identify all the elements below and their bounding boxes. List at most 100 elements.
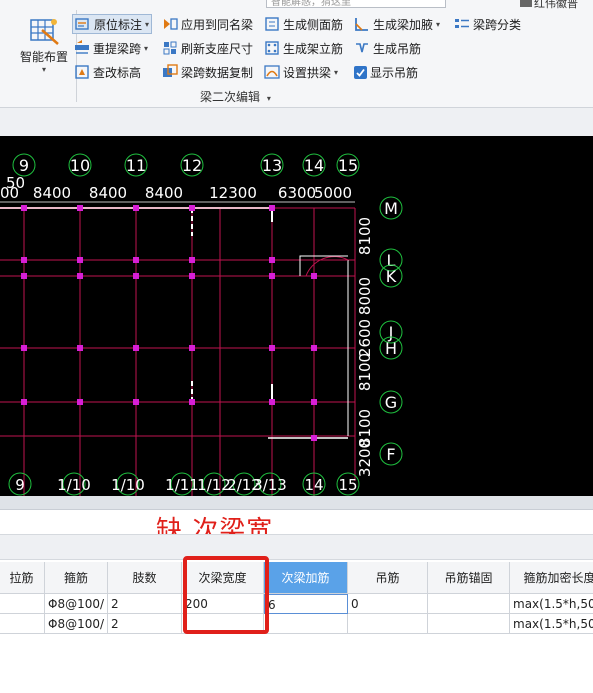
- column-node: [311, 345, 317, 351]
- table-cell-sec-add[interactable]: [264, 614, 348, 634]
- haunch-text: 生成梁加腋: [373, 17, 434, 32]
- checkbox-icon[interactable]: [354, 65, 367, 79]
- highlight-box: [183, 556, 269, 634]
- haunch-button[interactable]: 生成梁加腋 ▾: [352, 14, 442, 34]
- axis-label: 12: [182, 156, 202, 175]
- column-node: [189, 399, 195, 405]
- table-cell-col0[interactable]: [0, 614, 45, 634]
- show-hanger-text: 显示吊筋: [370, 65, 419, 80]
- dimension-label: 8000: [356, 277, 374, 315]
- reextract-span-button[interactable]: 重提梁跨 ▾: [72, 38, 150, 58]
- axis-label: 1/10: [57, 476, 91, 494]
- table-header[interactable]: 次梁加筋: [264, 562, 348, 594]
- table-cell-stirrup[interactable]: Φ8@100/: [45, 614, 108, 634]
- property-panel: 缺 次梁宽 拉筋 箍筋 Φ8@100/Φ8@100/肢数 2 2 次梁宽度 200 次梁加筋 6…: [0, 496, 593, 693]
- table-header[interactable]: 吊筋: [348, 562, 428, 594]
- chevron-down-icon[interactable]: ▾: [145, 20, 149, 29]
- dimension-label: 8400: [89, 184, 127, 202]
- elevation-text: 查改标高: [93, 65, 142, 80]
- panel-toolbar: [0, 534, 593, 560]
- copy-span-data-text: 梁跨数据复制: [181, 65, 254, 80]
- chevron-down-icon: ▾: [266, 94, 271, 103]
- panel-splitter[interactable]: [0, 496, 593, 510]
- copy-span-data-button[interactable]: 梁跨数据复制: [160, 62, 255, 82]
- column-node: [189, 257, 195, 263]
- axis-label: 9: [19, 156, 29, 175]
- chevron-down-icon[interactable]: ▾: [334, 68, 338, 77]
- apply-same-name-button[interactable]: 应用到同名梁: [160, 14, 255, 34]
- column-node: [269, 345, 275, 351]
- apply-same-name-icon: [162, 16, 178, 32]
- hanger-rebar-button[interactable]: 生成吊筋: [352, 38, 423, 58]
- axis-label: 14: [304, 476, 323, 494]
- table-header[interactable]: 肢数: [108, 562, 182, 594]
- arch-beam-button[interactable]: 设置拱梁 ▾: [262, 62, 340, 82]
- axis-label: 14: [304, 156, 324, 175]
- table-header[interactable]: 吊筋锚固: [428, 562, 510, 594]
- cad-drawing-canvas[interactable]: 9 10 11 12 13 14 15 50 00 8400 8400 8400 12300 6300 50…: [0, 136, 593, 496]
- dimension-label: 8400: [33, 184, 71, 202]
- table-cell-dense[interactable]: max(1.5*h,500: [510, 594, 593, 614]
- user-account[interactable]: 红伟徽普: [520, 0, 578, 9]
- column-node: [189, 205, 195, 211]
- side-rebar-button[interactable]: 生成侧面筋: [262, 14, 345, 34]
- ribbon-toolbar: 智能解惑，猜这里 红伟徽普 智能布置 ▾ 原位标注 ▾ 重提梁跨 ▾ 查改标高 …: [0, 0, 593, 108]
- column-node: [133, 273, 139, 279]
- side-rebar-icon: [264, 16, 280, 32]
- chevron-down-icon[interactable]: ▾: [436, 20, 440, 29]
- dimension-label: 8100: [356, 353, 374, 391]
- column-node: [77, 257, 83, 263]
- chevron-down-icon: ▾: [41, 65, 46, 74]
- dimension-label: 6300: [278, 184, 316, 202]
- smart-layout-button[interactable]: 智能布置 ▾: [14, 14, 74, 86]
- column-node: [269, 399, 275, 405]
- axis-label: M: [384, 199, 398, 218]
- table-cell-anchor[interactable]: [428, 594, 510, 614]
- smart-layout-label: 智能布置: [19, 50, 68, 64]
- span-classify-button[interactable]: 梁跨分类: [452, 14, 523, 34]
- reextract-span-text: 重提梁跨: [93, 41, 142, 56]
- table-cell-anchor[interactable]: [428, 614, 510, 634]
- column-node: [189, 273, 195, 279]
- table-cell-dense[interactable]: max(1.5*h,500: [510, 614, 593, 634]
- axis-label: 10: [70, 156, 90, 175]
- table-header[interactable]: 箍筋加密长度: [510, 562, 593, 594]
- dimension-label: 8100: [356, 217, 374, 255]
- dimension-label: 3200: [356, 439, 374, 477]
- search-input[interactable]: 智能解惑，猜这里: [266, 0, 446, 8]
- elevation-button[interactable]: 查改标高: [72, 62, 143, 82]
- table-cell-hanger[interactable]: 0: [348, 594, 428, 614]
- span-classify-icon: [454, 16, 470, 32]
- column-node: [133, 257, 139, 263]
- cad-drawing[interactable]: 9 10 11 12 13 14 155000 8400 8400 8400 12300 630050…: [0, 136, 593, 496]
- table-cell-legs[interactable]: 2: [108, 614, 182, 634]
- erection-rebar-text: 生成架立筋: [283, 41, 344, 56]
- table-cell-legs[interactable]: 2: [108, 594, 182, 614]
- table-cell-hanger[interactable]: [348, 614, 428, 634]
- arch-beam-text: 设置拱梁: [283, 65, 332, 80]
- ribbon-group-label[interactable]: 梁二次编辑 ▾: [200, 88, 271, 105]
- table-header[interactable]: 箍筋: [45, 562, 108, 594]
- column-node: [77, 399, 83, 405]
- column-node: [21, 273, 27, 279]
- table-cell-stirrup[interactable]: Φ8@100/: [45, 594, 108, 614]
- chevron-down-icon[interactable]: ▾: [144, 44, 148, 53]
- hanger-rebar-text: 生成吊筋: [373, 41, 422, 56]
- column-node: [311, 399, 317, 405]
- column-node: [21, 399, 27, 405]
- table-cell-col0[interactable]: [0, 594, 45, 614]
- erection-rebar-button[interactable]: 生成架立筋: [262, 38, 345, 58]
- table-header[interactable]: 拉筋: [0, 562, 45, 594]
- show-hanger-checkbox[interactable]: 显示吊筋: [352, 62, 420, 82]
- in-place-label-button[interactable]: 原位标注 ▾: [72, 14, 153, 34]
- column-node: [77, 273, 83, 279]
- column-node: [311, 273, 317, 279]
- axis-label: 15: [338, 476, 357, 494]
- hanger-rebar-icon: [354, 40, 370, 56]
- column-node: [133, 399, 139, 405]
- table-cell-sec-add[interactable]: 6: [264, 594, 348, 614]
- refresh-support-icon: [162, 40, 178, 56]
- refresh-support-text: 刷新支座尺寸: [181, 41, 254, 56]
- refresh-support-button[interactable]: 刷新支座尺寸: [160, 38, 255, 58]
- axis-label: K: [386, 267, 397, 286]
